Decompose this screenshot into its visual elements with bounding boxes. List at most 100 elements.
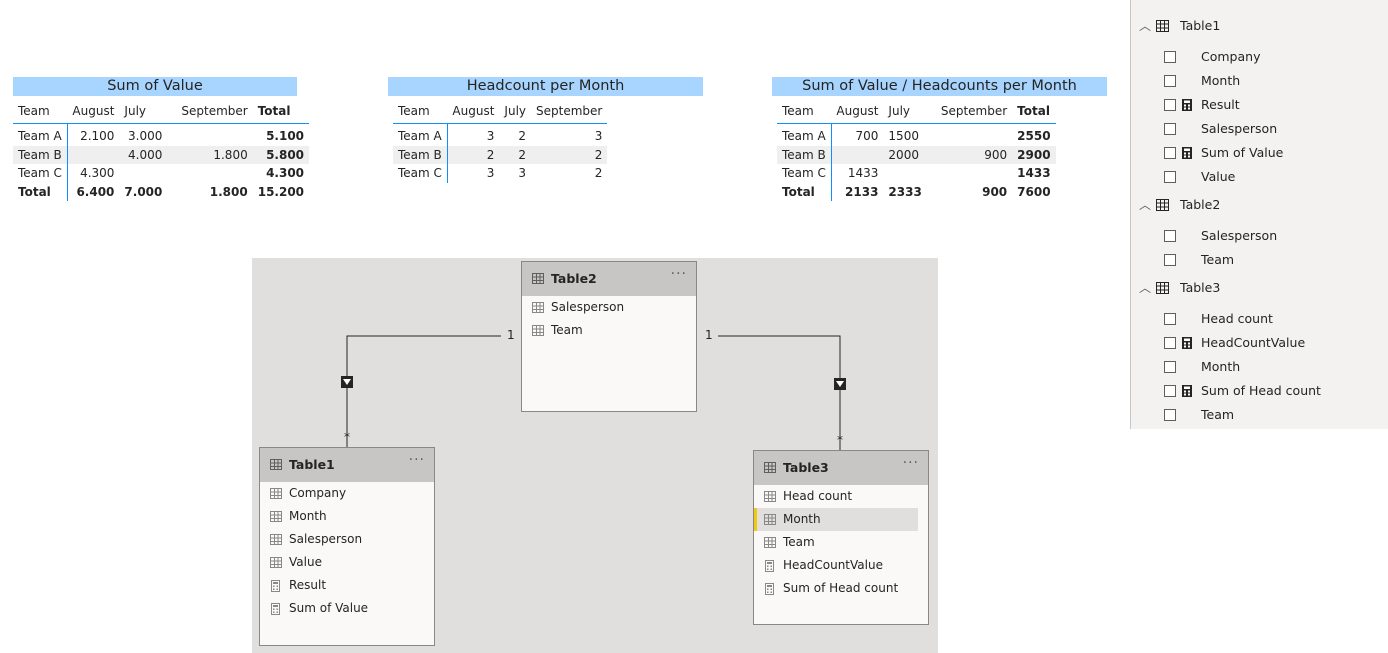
column-header[interactable]: Team	[393, 100, 448, 124]
table-card-table3[interactable]: Table3 ··· Head count Month Team HeadCou…	[753, 450, 929, 625]
column-header[interactable]: Team	[777, 100, 832, 124]
more-options-icon[interactable]: ···	[903, 455, 919, 471]
field-item-salesperson[interactable]: Salesperson	[1131, 224, 1388, 248]
field-checkbox[interactable]	[1164, 99, 1176, 111]
cell: 2	[531, 145, 608, 164]
field-item[interactable]: Sum of Value	[260, 597, 434, 620]
model-diagram[interactable]: 1 * 1 * Table2 ··· Salesperson Team Tabl…	[252, 258, 938, 653]
chevron-up-icon[interactable]: ︿	[1139, 14, 1151, 38]
field-item[interactable]: Team	[522, 319, 696, 342]
field-checkbox[interactable]	[1164, 409, 1176, 421]
field-item[interactable]: Team	[754, 531, 928, 554]
more-options-icon[interactable]: ···	[409, 452, 425, 468]
table-card-table2[interactable]: Table2 ··· Salesperson Team	[521, 261, 697, 412]
field-item-head-count[interactable]: Head count	[1131, 307, 1388, 331]
field-item-team[interactable]: Team	[1131, 403, 1388, 427]
field-name: Month	[783, 512, 821, 526]
field-name: Value	[289, 555, 322, 569]
table-row: Team B 2000 900 2900	[777, 145, 1056, 164]
table-name: Table2	[1180, 197, 1221, 212]
field-group-table2[interactable]: ︿ Table2	[1131, 193, 1388, 217]
column-header[interactable]: Total	[252, 100, 310, 124]
table-card-table1[interactable]: Table1 ··· Company Month Salesperson Val…	[259, 447, 435, 646]
field-checkbox[interactable]	[1164, 147, 1176, 159]
column-header[interactable]: Total	[1012, 100, 1056, 124]
relationship-table2-table1[interactable]	[341, 335, 501, 447]
field-item-selected[interactable]: Month	[754, 508, 918, 531]
field-checkbox[interactable]	[1164, 313, 1176, 325]
field-item[interactable]: HeadCountValue	[754, 554, 928, 577]
field-checkbox[interactable]	[1164, 361, 1176, 373]
field-checkbox[interactable]	[1164, 75, 1176, 87]
table-card-header[interactable]: Table1 ···	[260, 448, 434, 482]
cell: 4.000	[119, 145, 168, 164]
column-header[interactable]: July	[499, 100, 532, 124]
matrix-headcount-per-month[interactable]: Headcount per Month Team August July Sep…	[388, 77, 703, 183]
field-group-table3[interactable]: ︿ Table3	[1131, 276, 1388, 300]
table-card-header[interactable]: Table2 ···	[522, 262, 696, 296]
field-group-table1[interactable]: ︿ Table1	[1131, 14, 1388, 38]
fields-pane[interactable]: ︿ Table1 Company Month Result Salesperso…	[1130, 0, 1388, 429]
field-item[interactable]: Company	[260, 482, 434, 505]
column-header[interactable]: August	[831, 100, 884, 124]
field-item-headcountvalue[interactable]: HeadCountValue	[1131, 331, 1388, 355]
field-item-team[interactable]: Team	[1131, 248, 1388, 272]
chevron-up-icon[interactable]: ︿	[1139, 193, 1151, 217]
table-name: Table2	[551, 271, 597, 286]
visual-title: Sum of Value / Headcounts per Month	[772, 77, 1107, 96]
field-item-company[interactable]: Company	[1131, 45, 1388, 69]
chevron-up-icon[interactable]: ︿	[1139, 276, 1151, 300]
table-row: Team A 3 2 3	[393, 123, 607, 146]
field-name: Salesperson	[551, 300, 625, 314]
cell: 15.200	[257, 184, 305, 199]
field-item-sum-of-value[interactable]: Sum of Value	[1131, 141, 1388, 165]
cardinality-one-label: 1	[507, 328, 515, 342]
column-header[interactable]: September	[926, 100, 1013, 124]
field-item[interactable]: Month	[260, 505, 434, 528]
column-icon	[270, 557, 282, 568]
cell: 2000	[883, 145, 927, 164]
field-checkbox[interactable]	[1164, 254, 1176, 266]
field-name: Team	[783, 535, 815, 549]
field-item-result[interactable]: Result	[1131, 93, 1388, 117]
cell: 2	[594, 166, 603, 181]
field-name: Salesperson	[289, 532, 363, 546]
column-header[interactable]: August	[447, 100, 500, 124]
field-item[interactable]: Head count	[754, 485, 928, 508]
field-item-month[interactable]: Month	[1131, 355, 1388, 379]
field-checkbox[interactable]	[1164, 337, 1176, 349]
field-item[interactable]: Sum of Head count	[754, 577, 928, 600]
field-checkbox[interactable]	[1164, 385, 1176, 397]
column-header[interactable]: July	[883, 100, 927, 124]
field-item[interactable]: Value	[260, 551, 434, 574]
field-checkbox[interactable]	[1164, 230, 1176, 242]
field-item[interactable]: Salesperson	[260, 528, 434, 551]
cell	[927, 164, 1012, 183]
field-item-sum-of-head-count[interactable]: Sum of Head count	[1131, 379, 1388, 403]
more-options-icon[interactable]: ···	[671, 266, 687, 282]
matrix-sum-of-value[interactable]: Sum of Value Team August July September …	[13, 77, 310, 201]
matrix-value-per-headcount[interactable]: Sum of Value / Headcounts per Month Team…	[772, 77, 1107, 201]
cell	[831, 145, 884, 164]
table-card-header[interactable]: Table3 ···	[754, 451, 928, 485]
field-item[interactable]: Result	[260, 574, 434, 597]
field-item[interactable]: Salesperson	[522, 296, 696, 319]
column-header[interactable]: Team	[13, 100, 68, 124]
column-header[interactable]: September	[531, 100, 608, 124]
row-header: Team B	[13, 145, 68, 164]
field-checkbox[interactable]	[1164, 51, 1176, 63]
field-item-salesperson[interactable]: Salesperson	[1131, 117, 1388, 141]
column-header[interactable]: July	[119, 100, 168, 124]
column-header[interactable]: September	[167, 100, 253, 124]
field-name: Salesperson	[1201, 228, 1278, 243]
relationship-table2-table3[interactable]	[718, 335, 846, 450]
field-checkbox[interactable]	[1164, 123, 1176, 135]
table-row: Team A 2.100 3.000 5.100	[13, 123, 309, 146]
field-name: Month	[1201, 359, 1241, 374]
field-checkbox[interactable]	[1164, 171, 1176, 183]
field-item-month[interactable]: Month	[1131, 69, 1388, 93]
column-header[interactable]: August	[67, 100, 120, 124]
row-header: Team C	[393, 164, 448, 183]
header-row: Team August July September Total	[777, 100, 1056, 124]
field-item-value[interactable]: Value	[1131, 165, 1388, 189]
